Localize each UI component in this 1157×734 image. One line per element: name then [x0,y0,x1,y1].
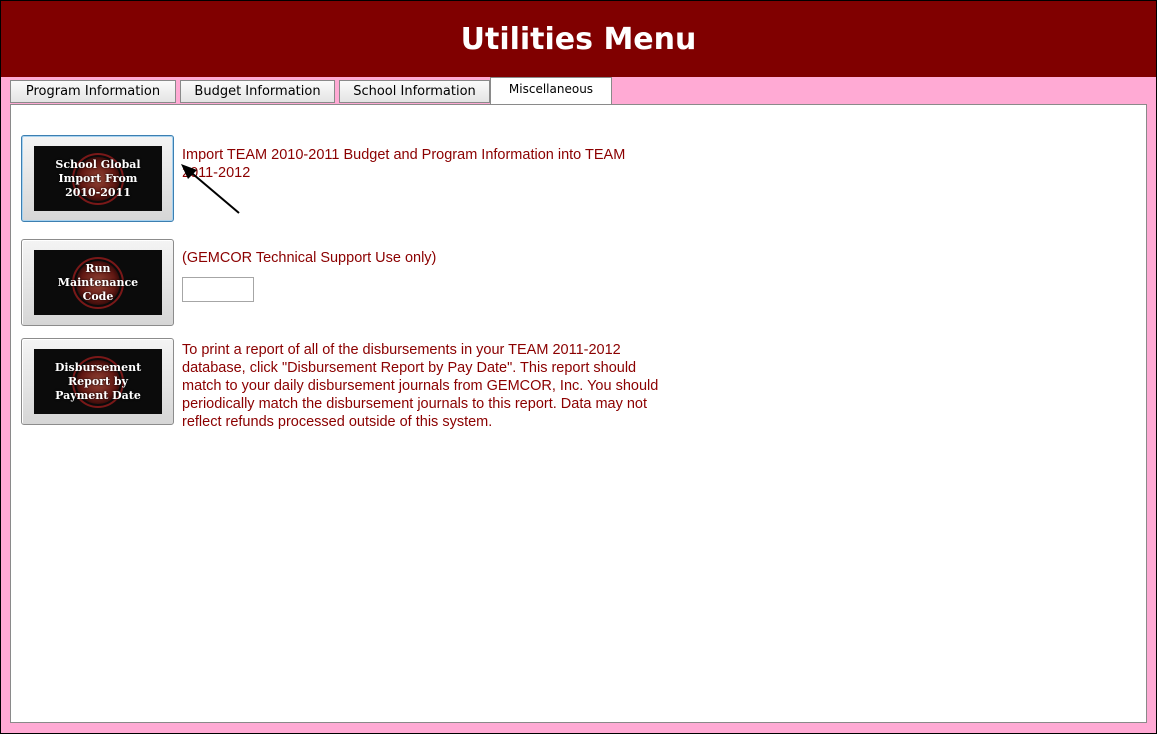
maintenance-description: (GEMCOR Technical Support Use only) [182,250,437,266]
button-label: School Global Import From 2010-2011 [55,157,141,199]
button-face: Disbursement Report by Payment Date [34,349,162,414]
school-global-import-button[interactable]: School Global Import From 2010-2011 [21,135,174,222]
tab-program-information[interactable]: Program Information [10,80,176,103]
import-description: Import TEAM 2010-2011 Budget and Program… [182,147,626,181]
tab-miscellaneous[interactable]: Miscellaneous [490,77,612,104]
disbursement-description: To print a report of all of the disburse… [182,342,659,430]
button-face: Run Maintenance Code [34,250,162,315]
button-label: Disbursement Report by Payment Date [54,360,142,402]
maintenance-code-input[interactable] [182,277,254,302]
tab-school-information[interactable]: School Information [339,80,490,103]
tab-budget-information[interactable]: Budget Information [180,80,335,103]
utilities-menu-window: Utilities Menu Program Information Budge… [0,0,1157,734]
tab-strip: Program Information Budget Information S… [1,77,1156,104]
run-maintenance-code-button[interactable]: Run Maintenance Code [21,239,174,326]
arrow-annotation-icon [181,164,240,214]
page-title: Utilities Menu [1,1,1156,77]
button-label: Run Maintenance Code [57,261,139,303]
disbursement-report-button[interactable]: Disbursement Report by Payment Date [21,338,174,425]
button-face: School Global Import From 2010-2011 [34,146,162,211]
